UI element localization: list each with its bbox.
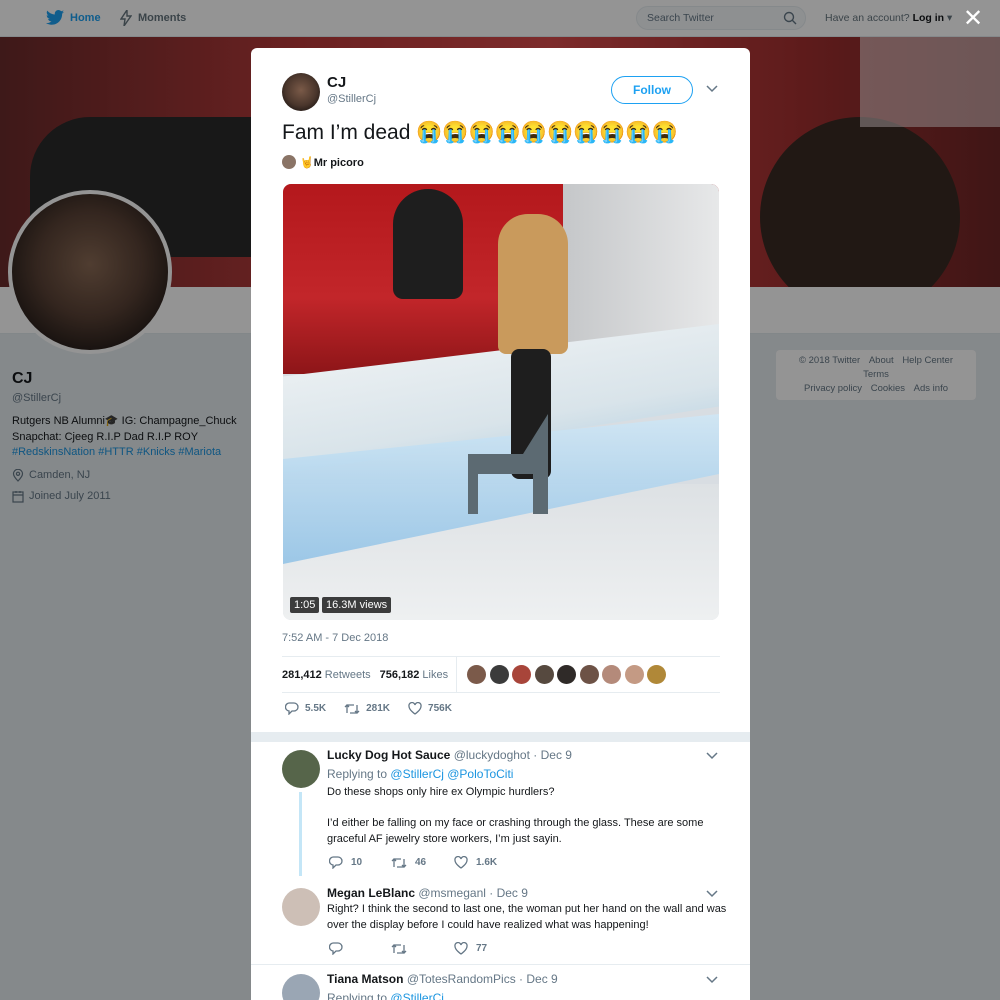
- video-source[interactable]: 🤘Mr picoro: [282, 155, 364, 169]
- like-button[interactable]: 756K: [408, 702, 452, 715]
- likers-avatars: [467, 665, 670, 684]
- replying-to: Replying to @StillerCj @PoloToCiti: [327, 767, 513, 781]
- retweet-icon: [391, 857, 407, 868]
- reply-divider: [251, 964, 750, 965]
- replying-to-mentions[interactable]: @StillerCj @PoloToCiti: [390, 767, 513, 781]
- replies-separator: [251, 732, 750, 742]
- chevron-down-icon[interactable]: [706, 890, 718, 898]
- reply-date[interactable]: · Dec 9: [489, 886, 528, 900]
- replying-to-label: Replying to: [327, 767, 388, 781]
- liker-avatar[interactable]: [602, 665, 622, 684]
- liker-avatar[interactable]: [512, 665, 532, 684]
- reply-date[interactable]: · Dec 9: [519, 972, 558, 986]
- tweet-author-avatar[interactable]: [282, 73, 320, 111]
- retweet-icon: [344, 703, 360, 714]
- liker-avatar[interactable]: [557, 665, 577, 684]
- tweet-actions: 5.5K 281K 756K: [285, 702, 470, 715]
- source-avatar: [282, 155, 296, 169]
- heart-icon: [454, 942, 468, 955]
- video-scene-person: [393, 189, 463, 299]
- reply-avatar[interactable]: [282, 888, 320, 926]
- reply-author-name[interactable]: Tiana Matson: [327, 972, 403, 986]
- stats-divider: [456, 656, 458, 693]
- like-count: 1.6K: [476, 857, 498, 868]
- reply-button[interactable]: 10: [329, 856, 391, 869]
- retweets-label[interactable]: Retweets: [325, 669, 371, 681]
- chevron-down-icon[interactable]: [706, 976, 718, 984]
- heart-icon: [408, 702, 422, 715]
- retweet-count: 281K: [366, 703, 391, 714]
- chevron-down-icon[interactable]: [706, 85, 718, 93]
- video-scene-person: [498, 214, 568, 354]
- retweet-button[interactable]: 281K: [344, 703, 390, 715]
- reply-author-handle[interactable]: @TotesRandomPics: [407, 972, 516, 986]
- liker-avatar[interactable]: [489, 665, 509, 684]
- likes-count[interactable]: 756,182: [380, 669, 420, 681]
- retweet-icon: [391, 943, 407, 954]
- video-duration-badge: 1:05: [290, 597, 320, 613]
- reply-author-handle[interactable]: @msmeganl: [418, 886, 486, 900]
- likes-label[interactable]: Likes: [422, 669, 448, 681]
- reply-header: Lucky Dog Hot Sauce @luckydoghot · Dec 9: [327, 748, 572, 762]
- replying-to-label: Replying to: [327, 991, 388, 1000]
- reply-icon: [285, 702, 299, 715]
- tweet-author-name[interactable]: CJ: [327, 74, 346, 91]
- like-count: 77: [476, 943, 488, 954]
- video-views-badge: 16.3M views: [322, 597, 392, 613]
- tweet-video[interactable]: 1:05 16.3M views: [283, 184, 719, 620]
- follow-button[interactable]: Follow: [611, 76, 693, 104]
- retweet-button[interactable]: [391, 943, 454, 955]
- reply-button[interactable]: [329, 942, 391, 955]
- reply-author-name[interactable]: Megan LeBlanc: [327, 886, 415, 900]
- reply-avatar[interactable]: [282, 750, 320, 788]
- like-button[interactable]: 1.6K: [454, 856, 497, 869]
- tweet-author-handle[interactable]: @StillerCj: [327, 93, 376, 105]
- reply-count: 10: [351, 857, 363, 868]
- tweet-stats: 281,412 Retweets 756,182 Likes: [282, 656, 720, 693]
- reply-header: Megan LeBlanc @msmeganl · Dec 9: [327, 886, 528, 900]
- reply-text: Do these shops only hire ex Olympic hurd…: [327, 786, 555, 798]
- close-icon[interactable]: ✕: [963, 7, 983, 31]
- replying-to-mentions[interactable]: @StillerCj: [390, 991, 444, 1000]
- reply-author-handle[interactable]: @luckydoghot: [454, 748, 530, 762]
- tweet-modal: CJ @StillerCj Follow Fam I’m dead 😭😭😭😭😭😭…: [251, 48, 750, 1000]
- liker-avatar[interactable]: [624, 665, 644, 684]
- tweet-text: Fam I’m dead 😭😭😭😭😭😭😭😭😭😭: [282, 121, 678, 144]
- retweet-count: 46: [415, 857, 427, 868]
- reply-text: Right? I think the second to last one, t…: [327, 903, 727, 931]
- reply-header: Tiana Matson @TotesRandomPics · Dec 9: [327, 972, 558, 986]
- liker-avatar[interactable]: [647, 665, 667, 684]
- reply-actions: 10 46 1.6K: [329, 856, 497, 869]
- reply-author-name[interactable]: Lucky Dog Hot Sauce: [327, 748, 450, 762]
- chevron-down-icon[interactable]: [706, 752, 718, 760]
- replying-to: Replying to @StillerCj: [327, 991, 444, 1000]
- reply-text: I’d either be falling on my face or cras…: [327, 817, 704, 845]
- reply-date[interactable]: · Dec 9: [533, 748, 572, 762]
- source-name: 🤘Mr picoro: [300, 156, 364, 169]
- liker-avatar[interactable]: [534, 665, 554, 684]
- retweets-count[interactable]: 281,412: [282, 669, 322, 681]
- like-button[interactable]: 77: [454, 942, 487, 955]
- reply-button[interactable]: 5.5K: [285, 702, 326, 715]
- heart-icon: [454, 856, 468, 869]
- tweet-timestamp[interactable]: 7:52 AM - 7 Dec 2018: [282, 632, 388, 644]
- like-count: 756K: [428, 703, 452, 714]
- reply-count: 5.5K: [305, 703, 327, 714]
- liker-avatar[interactable]: [467, 665, 487, 684]
- reply-icon: [329, 856, 343, 869]
- thread-line: [299, 792, 302, 876]
- reply-actions: 77: [329, 942, 487, 955]
- reply-avatar[interactable]: [282, 974, 320, 1000]
- liker-avatar[interactable]: [579, 665, 599, 684]
- retweet-button[interactable]: 46: [391, 857, 454, 869]
- reply-icon: [329, 942, 343, 955]
